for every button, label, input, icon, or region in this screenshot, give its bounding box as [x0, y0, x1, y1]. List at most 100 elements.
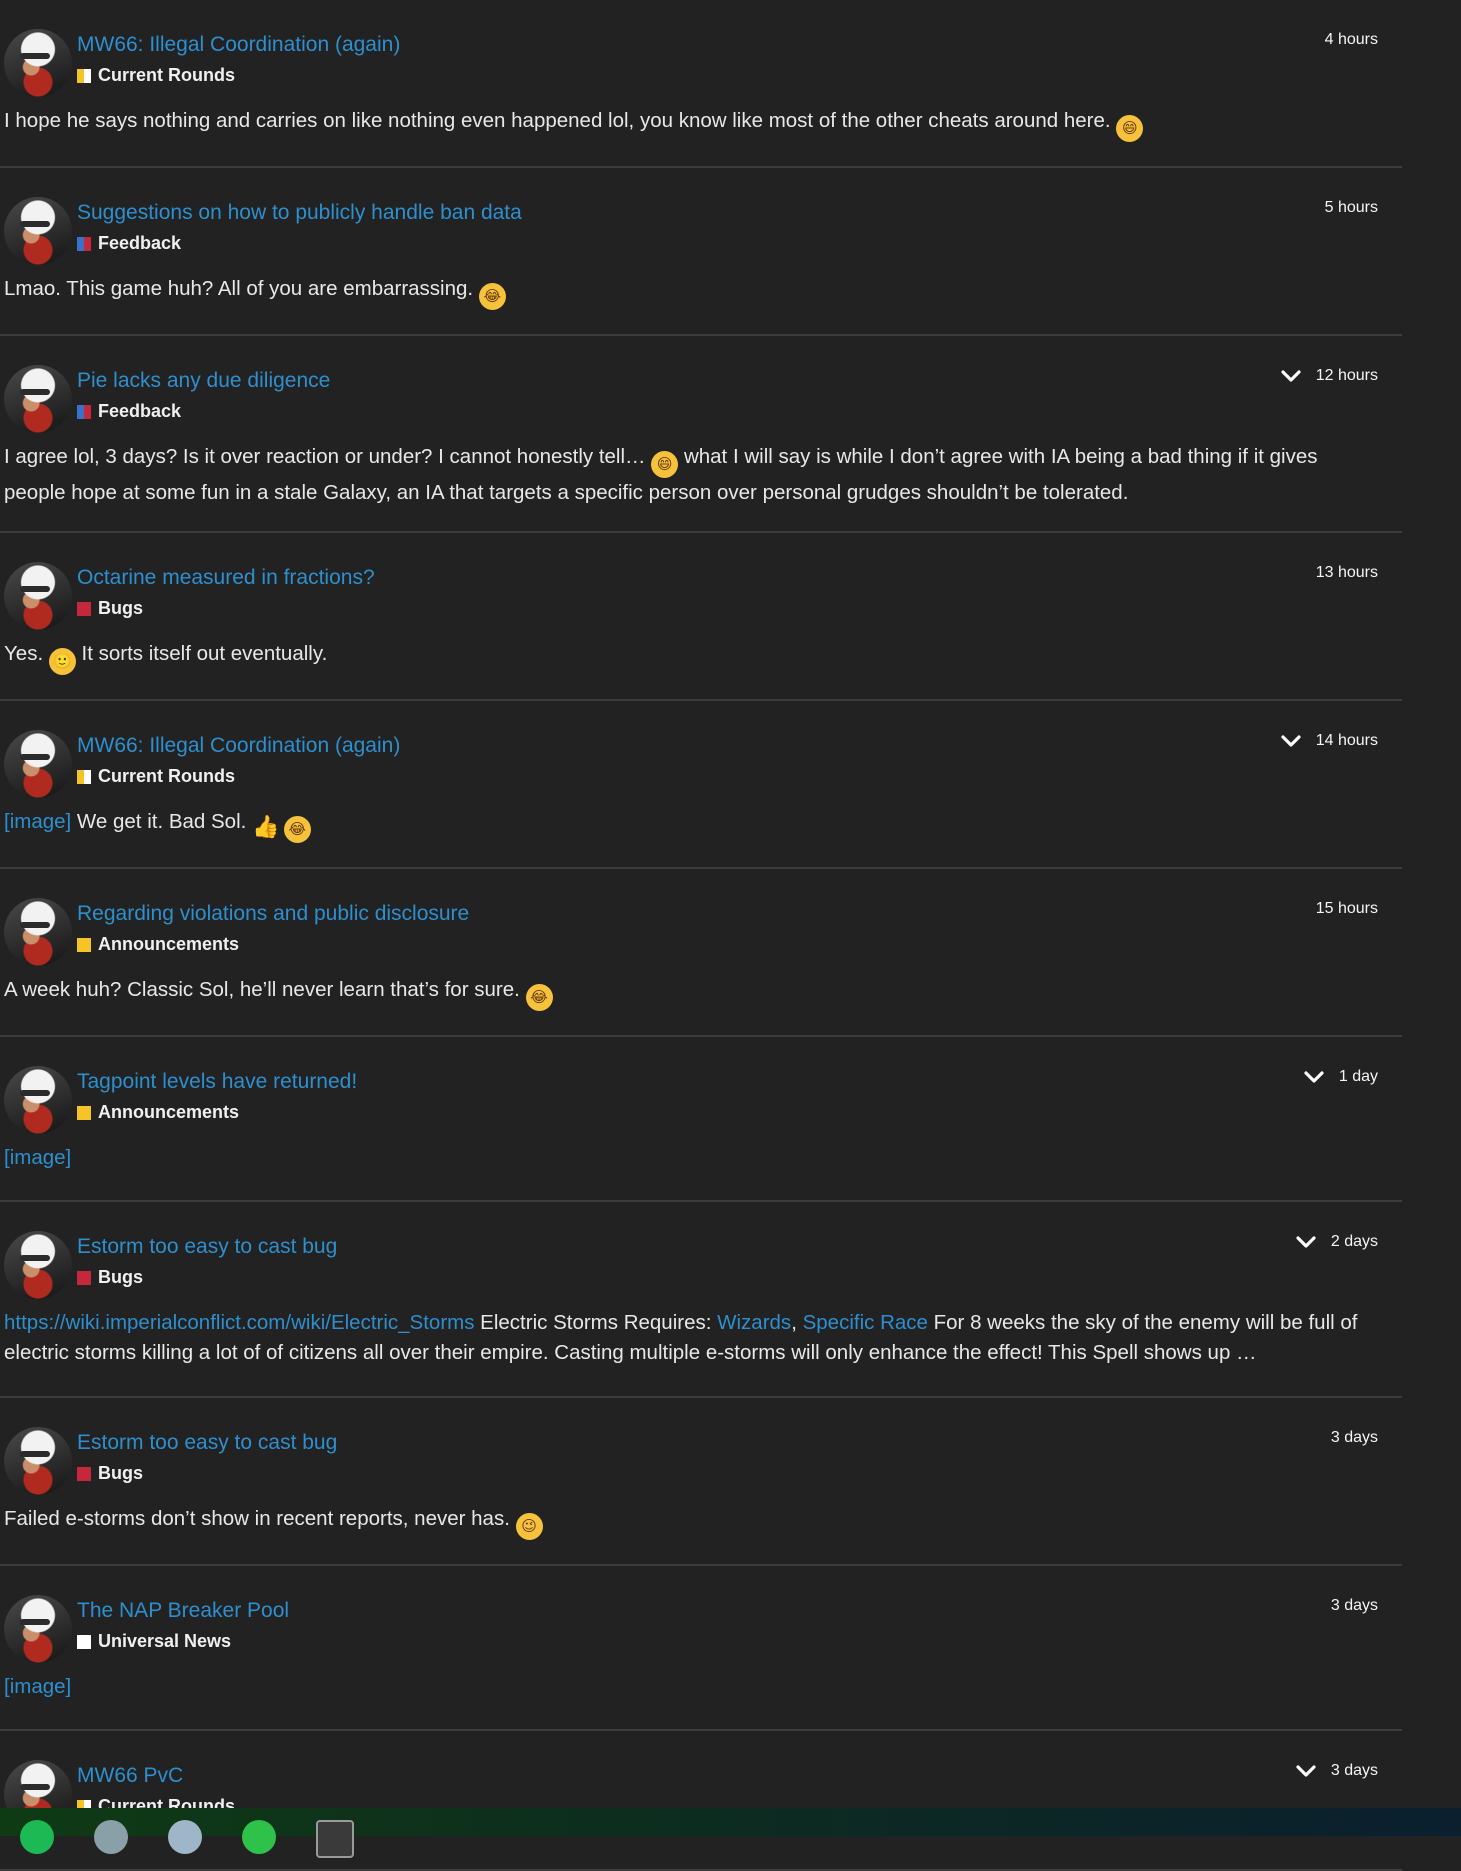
avatar-visor — [20, 1090, 50, 1096]
post-excerpt: [image] — [4, 1143, 1384, 1173]
relative-time-label[interactable]: 12 hours — [1316, 367, 1378, 385]
category-badge[interactable]: Current Rounds — [77, 65, 235, 86]
avatar[interactable] — [4, 898, 72, 966]
post-time: 3 days — [1331, 1429, 1378, 1447]
excerpt-text: I hope he says nothing and carries on li… — [4, 109, 1117, 132]
excerpt-text: Yes. — [4, 642, 49, 665]
category-label: Announcements — [98, 1102, 240, 1122]
post-excerpt: [image] We get it. Bad Sol. 👍 😂 — [4, 807, 1384, 843]
excerpt-text: We get it. Bad Sol. — [71, 810, 253, 833]
category-badge[interactable]: Bugs — [77, 1463, 143, 1484]
tears-of-joy-icon: 😂 — [478, 283, 506, 310]
chevron-down-icon[interactable] — [1303, 1069, 1325, 1085]
chevron-down-icon[interactable] — [1280, 733, 1302, 749]
relative-time-label[interactable]: 3 days — [1331, 1762, 1378, 1780]
topic-title-link[interactable]: Estorm too easy to cast bug — [77, 1235, 337, 1259]
file-icon[interactable] — [168, 1820, 202, 1854]
category-color-swatch — [77, 1105, 91, 1120]
post-excerpt: Lmao. This game huh? All of you are emba… — [4, 274, 1384, 310]
avatar[interactable] — [4, 29, 72, 97]
post-time: 12 hours — [1280, 367, 1378, 385]
steam-icon[interactable] — [316, 1820, 354, 1858]
relative-time-label[interactable]: 13 hours — [1316, 564, 1378, 582]
category-label: Current Rounds — [98, 65, 235, 85]
relative-time-label[interactable]: 4 hours — [1325, 31, 1378, 49]
slight-smile-icon: 🙂 — [48, 648, 76, 675]
category-badge[interactable]: Announcements — [77, 934, 239, 955]
topic-title-link[interactable]: MW66 PvC — [77, 1764, 183, 1788]
spotify-icon[interactable] — [20, 1820, 54, 1854]
topic-title-link[interactable]: MW66: Illegal Coordination (again) — [77, 33, 400, 57]
topic-title-link[interactable]: Octarine measured in fractions? — [77, 566, 375, 590]
excerpt-link[interactable]: [image] — [4, 1146, 71, 1169]
excerpt-link[interactable]: Specific Race — [803, 1311, 928, 1334]
topic-title-link[interactable]: Regarding violations and public disclosu… — [77, 902, 469, 926]
category-badge[interactable]: Feedback — [77, 233, 181, 254]
category-color-swatch — [77, 1466, 91, 1481]
xbox-icon[interactable] — [242, 1820, 276, 1854]
chevron-down-icon[interactable] — [1280, 368, 1302, 384]
post-time: 14 hours — [1280, 732, 1378, 750]
category-color-swatch — [77, 68, 91, 83]
avatar-visor — [20, 53, 50, 59]
category-label: Feedback — [98, 233, 182, 253]
post-item: Suggestions on how to publicly handle ba… — [0, 168, 1402, 336]
thumbs-up-icon: 👍 — [252, 815, 280, 840]
post-time: 3 days — [1331, 1597, 1378, 1615]
post-time: 2 days — [1295, 1233, 1378, 1251]
excerpt-link[interactable]: [image] — [4, 1675, 71, 1698]
category-label: Bugs — [98, 598, 143, 618]
category-badge[interactable]: Feedback — [77, 401, 181, 422]
avatar-visor — [20, 586, 50, 592]
category-label: Announcements — [98, 934, 240, 954]
excerpt-link[interactable]: Wizards — [717, 1311, 791, 1334]
relative-time-label[interactable]: 14 hours — [1316, 732, 1378, 750]
topic-title-link[interactable]: Estorm too easy to cast bug — [77, 1431, 337, 1455]
category-label: Current Rounds — [98, 766, 235, 786]
avatar[interactable] — [4, 1427, 72, 1495]
post-excerpt: I hope he says nothing and carries on li… — [4, 106, 1384, 142]
category-badge[interactable]: Universal News — [77, 1631, 231, 1652]
category-badge[interactable]: Bugs — [77, 598, 143, 619]
excerpt-text: Electric Storms Requires: — [474, 1311, 718, 1334]
avatar[interactable] — [4, 365, 72, 433]
winking-face-icon: 😉 — [515, 1513, 543, 1540]
excerpt-link[interactable]: https://wiki.imperialconflict.com/wiki/E… — [4, 1311, 474, 1334]
topic-title-link[interactable]: Tagpoint levels have returned! — [77, 1070, 357, 1094]
excerpt-link[interactable]: [image] — [4, 810, 71, 833]
post-excerpt: I agree lol, 3 days? Is it over reaction… — [4, 442, 1384, 508]
topic-title-link[interactable]: The NAP Breaker Pool — [77, 1599, 289, 1623]
avatar-visor — [20, 922, 50, 928]
relative-time-label[interactable]: 1 day — [1339, 1068, 1378, 1086]
avatar-visor — [20, 1619, 50, 1625]
avatar[interactable] — [4, 197, 72, 265]
avatar[interactable] — [4, 1231, 72, 1299]
relative-time-label[interactable]: 15 hours — [1316, 900, 1378, 918]
chevron-down-icon[interactable] — [1295, 1763, 1317, 1779]
avatar[interactable] — [4, 1066, 72, 1134]
category-color-swatch — [77, 601, 91, 616]
category-color-swatch — [77, 404, 91, 419]
topic-title-link[interactable]: Pie lacks any due diligence — [77, 369, 330, 393]
tears-of-joy-icon: 😂 — [525, 984, 553, 1011]
category-badge[interactable]: Announcements — [77, 1102, 239, 1123]
taskbar — [0, 1808, 1461, 1858]
relative-time-label[interactable]: 2 days — [1331, 1233, 1378, 1251]
avatar[interactable] — [4, 1595, 72, 1663]
category-color-swatch — [77, 937, 91, 952]
category-badge[interactable]: Bugs — [77, 1267, 143, 1288]
relative-time-label[interactable]: 3 days — [1331, 1597, 1378, 1615]
avatar[interactable] — [4, 730, 72, 798]
topic-title-link[interactable]: Suggestions on how to publicly handle ba… — [77, 201, 522, 225]
chevron-down-icon[interactable] — [1295, 1234, 1317, 1250]
post-excerpt: https://wiki.imperialconflict.com/wiki/E… — [4, 1308, 1384, 1368]
avatar[interactable] — [4, 562, 72, 630]
category-badge[interactable]: Current Rounds — [77, 766, 235, 787]
topic-title-link[interactable]: MW66: Illegal Coordination (again) — [77, 734, 400, 758]
relative-time-label[interactable]: 3 days — [1331, 1429, 1378, 1447]
avatar-visor — [20, 1451, 50, 1457]
app-icon[interactable] — [94, 1820, 128, 1854]
relative-time-label[interactable]: 5 hours — [1325, 199, 1378, 217]
activity-feed: MW66: Illegal Coordination (again) Curren… — [0, 0, 1402, 1871]
post-item: Regarding violations and public disclosu… — [0, 869, 1402, 1037]
